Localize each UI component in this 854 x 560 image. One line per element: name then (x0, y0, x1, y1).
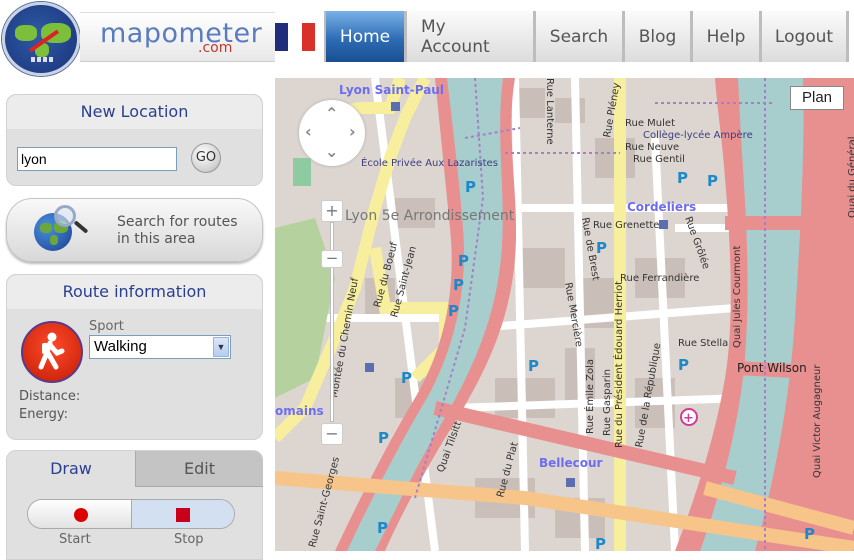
label-bellecour: Bellecour (539, 456, 603, 470)
nav-tab-home[interactable]: Home (326, 11, 404, 62)
svg-text:P: P (453, 276, 464, 294)
svg-text:P: P (401, 369, 412, 387)
pan-left-icon[interactable]: ‹ (305, 122, 312, 141)
pan-right-icon[interactable]: › (349, 122, 356, 141)
start-button[interactable] (28, 500, 132, 528)
label-college-ampere: Collège-lycée Ampère (643, 129, 753, 141)
nav-tab-my-account[interactable]: My Account (407, 11, 533, 62)
walking-icon[interactable] (21, 321, 83, 383)
svg-text:P: P (458, 252, 469, 270)
label-rue-gasparin: Rue Gasparin (602, 369, 613, 436)
svg-text:P: P (448, 302, 459, 320)
search-routes-line1: Search for routes (117, 214, 238, 230)
brand-name: mapometer (100, 18, 263, 49)
label-pont-wilson: Pont Wilson (737, 361, 807, 375)
record-icon (74, 508, 88, 522)
svg-text:P: P (595, 535, 606, 551)
label-rue-neuve: Rue Neuve (625, 142, 679, 153)
go-button[interactable]: GO (191, 143, 221, 173)
chevron-down-icon[interactable]: ▼ (213, 337, 229, 357)
sidebar: New Location GO Search for routes in thi… (0, 78, 275, 560)
label-rue-grenette: Rue Grenette (593, 220, 659, 231)
draw-panel: Draw Edit Start Stop (6, 450, 263, 560)
svg-text:P: P (596, 239, 607, 257)
zoom-out-button[interactable]: − (321, 423, 343, 445)
stop-icon (175, 508, 190, 522)
tab-draw[interactable]: Draw (7, 451, 135, 487)
svg-text:P: P (378, 429, 389, 447)
magnifier-icon (54, 205, 76, 227)
pan-control[interactable]: ⌃ ⌄ ‹ › (299, 100, 365, 166)
sport-select-value: Walking (94, 338, 147, 355)
start-label: Start (59, 532, 91, 547)
zoom-slider-handle[interactable]: − (321, 250, 343, 268)
map-tiles[interactable]: PPPP PPPP PP PP PP + Lyon Saint-Paul Cord… (275, 78, 854, 551)
search-routes-line2: in this area (117, 231, 196, 247)
nav-tab-blog[interactable]: Blog (625, 11, 690, 62)
label-rue-gentil: Rue Gentil (633, 154, 685, 165)
pan-down-icon[interactable]: ⌄ (325, 142, 338, 161)
label-lyon-saint-paul: Lyon Saint-Paul (339, 83, 444, 97)
label-rue-emile-zola: Rue Émile Zola (583, 359, 596, 434)
svg-text:P: P (678, 356, 689, 374)
svg-text:+: + (683, 411, 694, 426)
label-rue-mulet: Rue Mulet (625, 118, 675, 129)
zoom-in-button[interactable]: + (321, 200, 343, 222)
svg-text:P: P (528, 357, 539, 375)
mapometer-logo[interactable] (2, 2, 80, 76)
label-quai-general: Quai du Général (846, 136, 854, 218)
route-information-title: Route information (7, 275, 262, 309)
distance-label: Distance: (19, 389, 81, 404)
map-canvas[interactable]: PPPP PPPP PPPP PP + Lyon Saint-Paul Cord… (275, 78, 854, 551)
nav-tab-logout[interactable]: Logout (762, 11, 846, 62)
stop-button[interactable] (131, 500, 234, 528)
magnifier-handle (73, 220, 89, 234)
label-rue-lanterne: Rue Lanterne (544, 78, 555, 145)
energy-label: Energy: (19, 407, 68, 422)
svg-text:P: P (707, 172, 718, 190)
label-cordeliers: Cordeliers (627, 200, 696, 214)
label-rue-stella: Rue Stella (678, 338, 728, 349)
header: mapometer .com Home My Account Search Bl… (0, 0, 854, 78)
label-quai-victor-augagneur: Quai Victor Augagneur (812, 364, 823, 478)
brand-tld: .com (198, 40, 233, 56)
svg-text:P: P (677, 169, 688, 187)
location-input[interactable] (17, 147, 177, 171)
pan-up-icon[interactable]: ⌃ (325, 104, 338, 123)
new-location-panel: New Location GO (6, 94, 263, 186)
start-stop-control (27, 499, 235, 529)
label-district: Lyon 5e Arrondissement (345, 208, 515, 224)
label-quai-jules-courmont: Quai Jules Courmont (732, 246, 743, 348)
layer-switcher-plan[interactable]: Plan (790, 86, 844, 110)
svg-text:P: P (465, 178, 476, 196)
sport-select[interactable]: Walking ▼ (89, 335, 231, 359)
sport-label: Sport (89, 319, 124, 334)
label-ecole-lazaristes: École Privée Aux Lazaristes (361, 156, 498, 169)
search-routes-label: Search for routes in this area (117, 214, 238, 248)
route-information-panel: Route information Sport Walking ▼ Distan… (6, 274, 263, 440)
svg-text:P: P (804, 525, 815, 543)
svg-text:P: P (377, 519, 388, 537)
main-nav: Home My Account Search Blog Help Logout (324, 11, 849, 62)
new-location-title: New Location (7, 95, 262, 129)
label-rue-ferrandiere: Rue Ferrandière (620, 272, 699, 284)
nav-tab-help[interactable]: Help (693, 11, 759, 62)
label-rue-president-herriot: Rue du Président Édouard Herriot (612, 281, 625, 448)
tab-edit[interactable]: Edit (135, 451, 263, 487)
label-romains: omains (275, 404, 324, 418)
nav-tab-search[interactable]: Search (536, 11, 622, 62)
french-flag-icon[interactable] (275, 23, 315, 51)
search-routes-button[interactable]: Search for routes in this area (6, 198, 263, 262)
stop-label: Stop (174, 532, 204, 547)
